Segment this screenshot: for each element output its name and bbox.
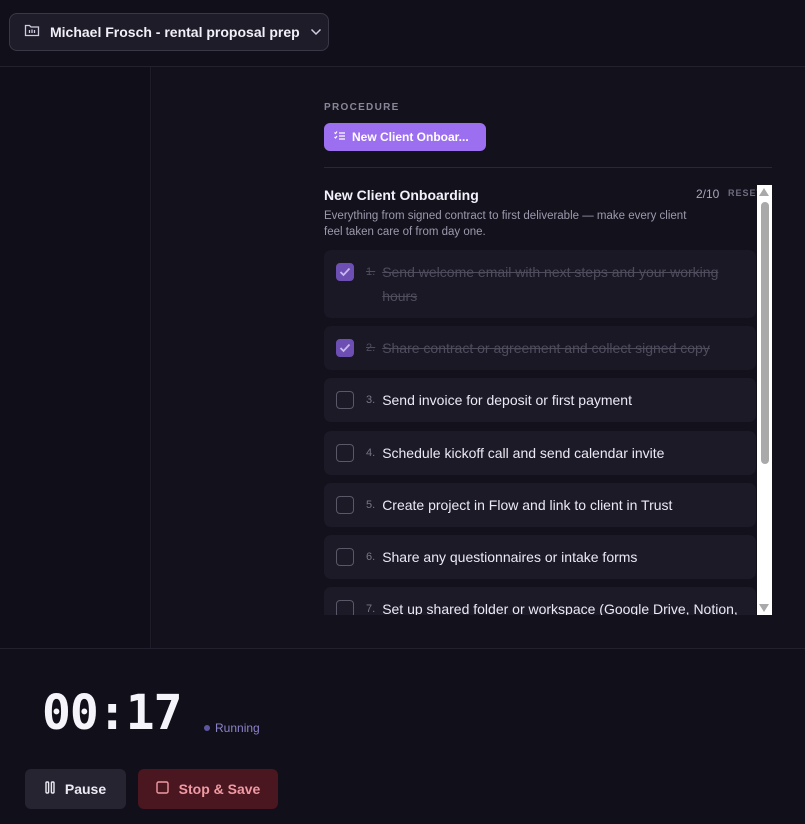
checklist-item[interactable]: 6. Share any questionnaires or intake fo… [324,535,756,579]
item-text: Send welcome email with next steps and y… [382,264,719,304]
checkmark-icon [339,267,351,277]
checklist-scrollbar[interactable] [757,185,772,615]
checklist-item[interactable]: 2. Share contract or agreement and colle… [324,326,756,370]
checklist-item[interactable]: 1. Send welcome email with next steps an… [324,250,756,318]
procedure-panel: PROCEDURE New Client Onboar... New Clien… [152,67,805,648]
project-selector-button[interactable]: Michael Frosch - rental proposal prep [9,13,329,51]
checkbox-checked[interactable] [336,339,354,357]
timer-status: Running [204,721,260,735]
item-number: 4. [366,447,376,459]
checklist-icon [334,130,345,144]
scroll-down-arrow-icon[interactable] [759,604,769,612]
checkbox[interactable] [336,496,354,514]
item-number: 5. [366,499,376,511]
folder-icon [24,23,40,42]
item-number: 7. [366,603,376,615]
checklist-item[interactable]: 4. Schedule kickoff call and send calend… [324,431,756,475]
checklist-title: New Client Onboarding [324,187,479,203]
item-text: Send invoice for deposit or first paymen… [382,392,632,408]
checkbox[interactable] [336,600,354,615]
checkbox-checked[interactable] [336,263,354,281]
procedure-selector[interactable]: New Client Onboar... [324,123,486,151]
item-text: Share contract or agreement and collect … [382,340,710,356]
stop-and-save-button[interactable]: Stop & Save [138,769,278,809]
checklist-item[interactable]: 7. Set up shared folder or workspace (Go… [324,587,756,615]
checkbox[interactable] [336,548,354,566]
item-text: Schedule kickoff call and send calendar … [382,445,665,461]
stop-and-save-label: Stop & Save [178,781,261,797]
checklist-item[interactable]: 3. Send invoice for deposit or first pay… [324,378,756,422]
checkbox[interactable] [336,444,354,462]
item-number: 6. [366,551,376,563]
pause-icon [45,781,55,797]
item-text: Set up shared folder or workspace (Googl… [382,601,738,615]
checklist-item[interactable]: 5. Create project in Flow and link to cl… [324,483,756,527]
pause-button[interactable]: Pause [25,769,126,809]
checkmark-icon [339,343,351,353]
left-rail [0,67,151,648]
chevron-down-icon [310,23,322,41]
top-bar: Michael Frosch - rental proposal prep [0,0,805,67]
timer-status-label: Running [215,721,260,735]
procedure-selected-label: New Client Onboar... [352,130,469,144]
item-text: Share any questionnaires or intake forms [382,549,638,565]
checkbox[interactable] [336,391,354,409]
checklist-progress: 2/10 [696,187,720,201]
item-number: 1. [366,266,376,278]
project-title: Michael Frosch - rental proposal prep [50,24,300,40]
stop-icon [155,781,169,797]
checklist: New Client Onboarding 2/10 RESET Everyth… [324,185,772,615]
scroll-up-arrow-icon[interactable] [759,188,769,196]
timer-panel: 00:17 Running Pause Stop & Save [0,648,805,824]
pause-label: Pause [64,781,107,797]
checklist-description: Everything from signed contract to first… [324,210,687,238]
item-number: 2. [366,342,376,354]
status-dot-icon [204,725,210,731]
timer-display: 00:17 [42,685,182,741]
scrollbar-thumb[interactable] [761,202,769,464]
procedure-section-label: PROCEDURE [324,102,400,113]
divider [324,167,772,168]
item-text: Create project in Flow and link to clien… [382,497,673,513]
item-number: 3. [366,394,376,406]
